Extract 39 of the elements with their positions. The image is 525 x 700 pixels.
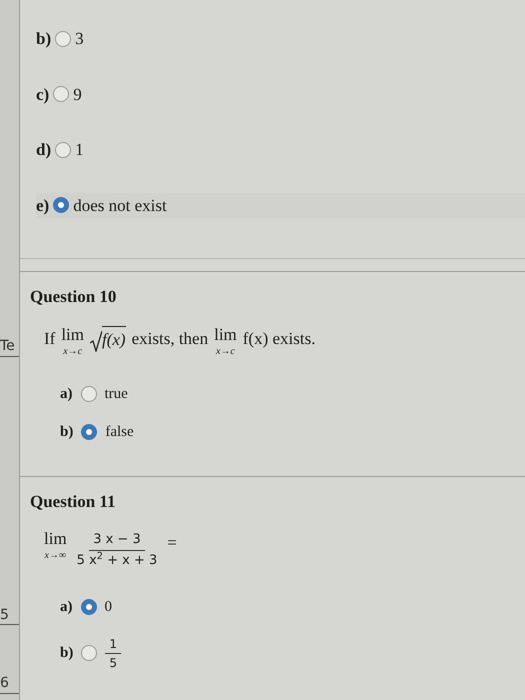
- option-text: 9: [73, 84, 82, 106]
- option-text: does not exist: [73, 194, 167, 216]
- option-text: 0: [104, 598, 112, 617]
- option-text: true: [104, 384, 128, 404]
- sidebar-text: 5: [0, 606, 19, 625]
- option-label: a): [60, 384, 72, 404]
- option-label: b): [60, 423, 74, 442]
- question-title: Question 10: [30, 286, 118, 308]
- radical-sign-icon: [90, 330, 102, 352]
- option-text: false: [105, 423, 134, 442]
- radio-button[interactable]: [81, 645, 98, 661]
- limit-operator: lim x→∞: [44, 530, 67, 561]
- radio-button[interactable]: [53, 197, 70, 214]
- fraction: 1 5: [105, 634, 121, 672]
- question-title: Question 11: [30, 490, 116, 512]
- option-label: c): [36, 84, 50, 106]
- option-label: a): [60, 598, 72, 617]
- option-text: 3: [75, 28, 84, 50]
- radio-button[interactable]: [53, 86, 70, 102]
- radio-button[interactable]: [80, 386, 96, 402]
- radio-button[interactable]: [55, 30, 72, 47]
- option-text: 1: [75, 139, 84, 161]
- option-label: b): [36, 28, 52, 50]
- square-root: f(x): [90, 326, 126, 352]
- limit-operator: lim x→c: [61, 326, 84, 356]
- limit-operator: lim x→c: [214, 326, 237, 356]
- radio-button[interactable]: [55, 142, 72, 158]
- prompt-text: f(x) exists.: [242, 328, 316, 350]
- option-label: e): [36, 194, 50, 216]
- option-label: b): [60, 644, 74, 663]
- sidebar-text: Te: [0, 338, 19, 356]
- prompt-text: =: [167, 532, 177, 554]
- prompt-text: If: [44, 328, 56, 350]
- prompt-text: exists, then: [132, 328, 208, 350]
- radio-button[interactable]: [80, 599, 96, 616]
- fraction: 3 x − 3 5 x$^{2}$ + x + 3: [76, 530, 158, 570]
- sidebar-text: 6: [0, 675, 19, 694]
- radio-button[interactable]: [81, 424, 98, 440]
- option-label: d): [36, 139, 52, 161]
